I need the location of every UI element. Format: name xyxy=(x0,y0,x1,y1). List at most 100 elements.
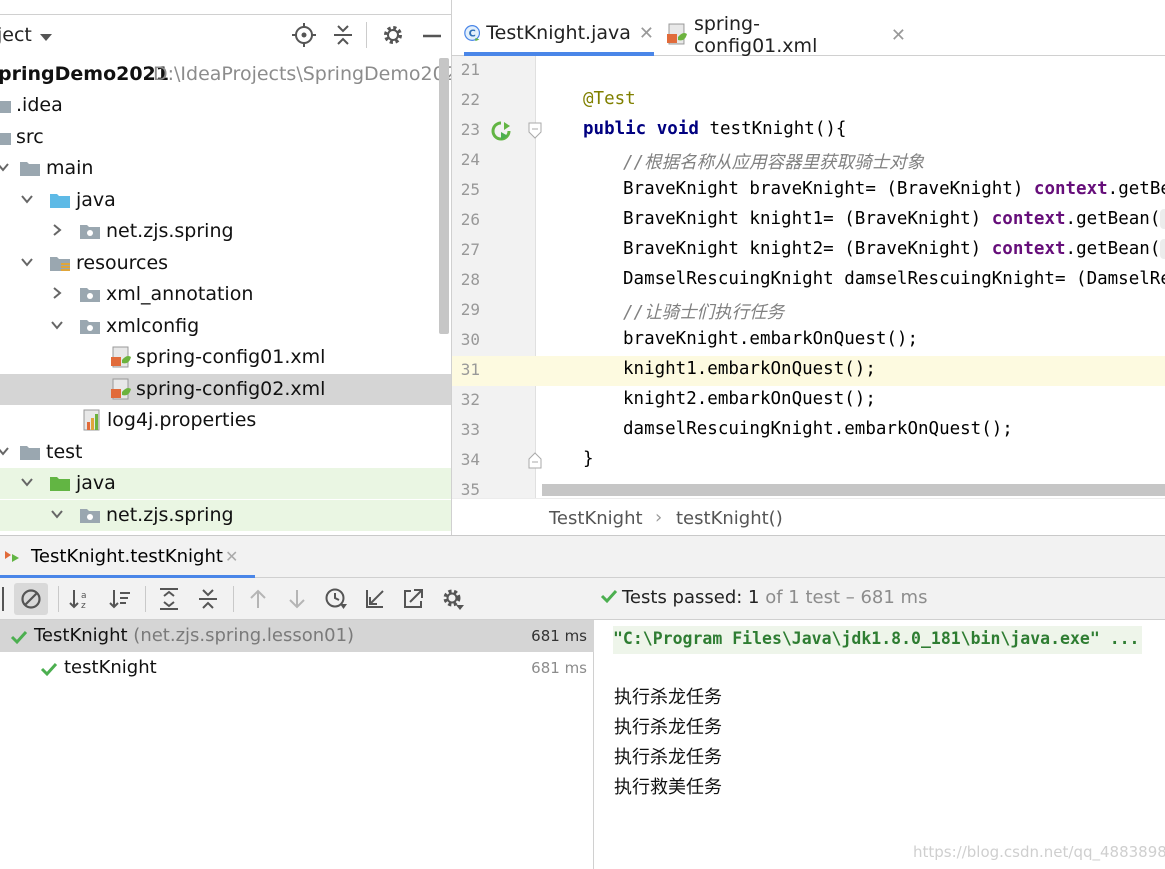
test-class-name: TestKnight xyxy=(34,625,128,646)
code-text: DamselRescuingKnight damselRescuingKnigh… xyxy=(623,269,1165,289)
tab-run-testknight[interactable]: TestKnight.testKnight ✕ xyxy=(0,536,255,578)
chevron-down-icon[interactable] xyxy=(20,255,34,269)
export-tests-icon[interactable] xyxy=(401,587,425,611)
code-text: BraveKnight knight2= (BraveKnight) xyxy=(623,239,992,259)
tree-item-idea[interactable]: .idea xyxy=(0,90,451,121)
tree-item-xml-annotation[interactable]: xml_annotation xyxy=(0,279,451,310)
code-editor[interactable]: 21 22 @Test 23 public void testKnight(){… xyxy=(452,56,1165,498)
tree-item-resources[interactable]: resources xyxy=(0,248,451,279)
chevron-down-icon[interactable] xyxy=(0,444,10,458)
breadcrumb-class[interactable]: TestKnight xyxy=(549,508,643,529)
tree-item-main[interactable]: main xyxy=(0,153,451,184)
tab-label: TestKnight.java xyxy=(486,22,631,44)
folder-icon xyxy=(20,162,40,176)
tree-item-label: .idea xyxy=(16,94,63,116)
arrow-up-icon[interactable] xyxy=(246,587,270,611)
parameter-hint: na xyxy=(1160,239,1165,259)
tab-label: spring-config01.xml xyxy=(693,13,818,57)
close-icon[interactable]: ✕ xyxy=(225,547,238,566)
chevron-down-icon[interactable] xyxy=(50,318,64,332)
code-text: .getBean xyxy=(1107,179,1165,199)
tab-spring-config01-xml[interactable]: spring-config01.xml ✕ xyxy=(666,13,906,57)
sort-alphabetically-icon[interactable]: az xyxy=(68,587,92,611)
project-root-path: D:\IdeaProjects\SpringDemo202 xyxy=(153,63,452,85)
import-tests-icon[interactable] xyxy=(363,587,387,611)
console-output-line: 执行杀龙任务 xyxy=(614,687,722,708)
close-icon[interactable]: ✕ xyxy=(639,23,654,44)
tab-testknight-java[interactable]: C TestKnight.java ✕ xyxy=(464,14,654,56)
line-number: 34 xyxy=(460,450,480,469)
test-row-method[interactable]: testKnight 681 ms xyxy=(0,652,594,684)
collapse-all-icon[interactable] xyxy=(196,587,220,611)
tree-item-java-main[interactable]: java xyxy=(0,185,451,216)
tree-item-label: xmlconfig xyxy=(106,315,200,337)
tab-label: TestKnight.testKnight xyxy=(31,546,223,567)
tree-item-test[interactable]: test xyxy=(0,437,451,468)
run-test-icon[interactable] xyxy=(491,121,511,141)
minimize-icon[interactable] xyxy=(419,22,445,48)
chevron-right-icon[interactable] xyxy=(50,286,64,300)
tree-item-label: main xyxy=(46,157,94,179)
locate-icon[interactable] xyxy=(291,22,317,48)
toggle-passed-icon[interactable] xyxy=(0,587,4,611)
code-text: knight2.embarkOnQuest(); xyxy=(623,389,876,409)
code-field: context xyxy=(1033,179,1108,199)
history-icon[interactable] xyxy=(324,587,348,611)
tree-item-xmlconfig[interactable]: xmlconfig xyxy=(0,311,451,342)
tree-item-label: net.zjs.spring xyxy=(106,504,234,526)
tree-item-spring-config01[interactable]: spring-config01.xml xyxy=(0,342,451,373)
breadcrumb-method[interactable]: testKnight() xyxy=(676,508,783,529)
project-scrollbar[interactable] xyxy=(439,58,449,334)
chevron-down-icon[interactable] xyxy=(40,34,52,41)
close-icon[interactable]: ✕ xyxy=(891,25,906,46)
tree-item-spring-config02[interactable]: spring-config02.xml xyxy=(0,374,451,405)
chevron-down-icon[interactable] xyxy=(50,507,64,521)
toolbar-divider xyxy=(58,586,59,612)
toolbar-divider xyxy=(145,586,146,612)
test-source-folder-icon xyxy=(50,477,70,491)
tree-item-log4j[interactable]: log4j.properties xyxy=(0,405,451,436)
expand-all-icon[interactable] xyxy=(157,587,181,611)
collapse-all-icon[interactable] xyxy=(330,22,356,48)
code-keyword: public xyxy=(583,119,647,139)
project-view-selector[interactable]: ject xyxy=(0,24,32,46)
test-row-class[interactable]: TestKnight (net.zjs.spring.lesson01) 681… xyxy=(0,620,594,652)
code-field: context xyxy=(991,239,1066,259)
code-line: 32 knight2.embarkOnQuest(); xyxy=(452,386,1165,416)
package-icon xyxy=(80,288,100,302)
fold-marker-icon[interactable] xyxy=(528,452,542,469)
properties-file-icon xyxy=(83,409,100,431)
line-number: 31 xyxy=(460,360,480,379)
tree-item-test-package[interactable]: net.zjs.spring xyxy=(0,500,451,531)
code-text: .getBean( xyxy=(1065,239,1161,259)
arrow-down-icon[interactable] xyxy=(285,587,309,611)
chevron-right-icon[interactable] xyxy=(50,223,64,237)
test-class-package: (net.zjs.spring.lesson01) xyxy=(133,625,355,646)
code-field: context xyxy=(991,209,1066,229)
show-ignored-button[interactable] xyxy=(14,583,48,615)
code-line: 29 //让骑士们执行任务 xyxy=(452,296,1165,326)
editor-horizontal-scrollbar[interactable] xyxy=(542,484,1165,496)
tree-item-java-test[interactable]: java xyxy=(0,468,451,499)
fold-marker-icon[interactable] xyxy=(528,122,542,139)
tree-item-label: xml_annotation xyxy=(106,283,254,305)
code-text: testKnight(){ xyxy=(698,119,847,139)
gear-icon[interactable] xyxy=(441,587,465,611)
gear-icon[interactable] xyxy=(380,22,406,48)
tree-item-package[interactable]: net.zjs.spring xyxy=(0,216,451,247)
chevron-down-icon[interactable] xyxy=(20,475,34,489)
code-line: 26 BraveKnight knight1= (BraveKnight) co… xyxy=(452,206,1165,236)
code-text: BraveKnight knight1= (BraveKnight) xyxy=(623,209,992,229)
test-method-name: testKnight xyxy=(64,657,157,678)
console-output[interactable]: "C:\Program Files\Java\jdk1.8.0_181\bin\… xyxy=(595,620,1165,869)
console-output-line: 执行杀龙任务 xyxy=(614,747,722,768)
chevron-down-icon[interactable] xyxy=(0,160,10,174)
tree-item-src[interactable]: src xyxy=(0,122,451,153)
line-number: 29 xyxy=(460,300,480,319)
chevron-down-icon[interactable] xyxy=(20,192,34,206)
tree-item-label: log4j.properties xyxy=(107,409,257,431)
line-number: 30 xyxy=(460,330,480,349)
tree-item-project-root[interactable]: pringDemo2021 D:\IdeaProjects\SpringDemo… xyxy=(0,59,452,90)
sort-by-duration-icon[interactable] xyxy=(108,587,132,611)
tests-status-count: 1 xyxy=(748,587,760,608)
